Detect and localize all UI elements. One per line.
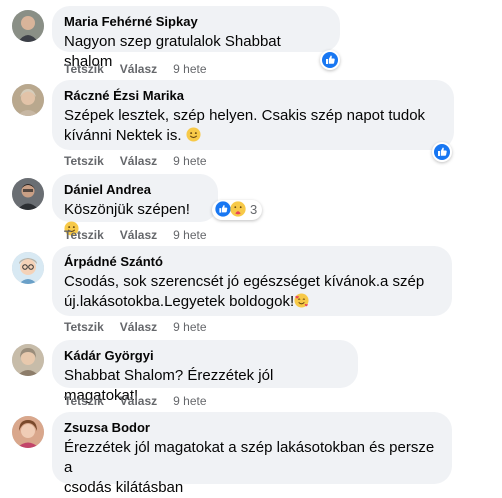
comment-time[interactable]: 9 hete: [173, 228, 206, 242]
comment-text-line: Érezzétek jól magatokat a szép lakásotok…: [64, 439, 435, 476]
avatar[interactable]: [12, 416, 44, 448]
comment-text-line: kívánni Nektek is.: [64, 126, 442, 146]
like-reaction-badge[interactable]: [432, 142, 452, 162]
comment-author[interactable]: Dániel Andrea: [64, 182, 206, 198]
reactions-summary[interactable]: 3: [212, 200, 263, 220]
comment-author[interactable]: Zsuzsa Bodor: [64, 420, 440, 436]
comment-author[interactable]: Árpádné Szántó: [64, 254, 440, 270]
like-reaction-badge[interactable]: [320, 50, 340, 70]
avatar[interactable]: [12, 178, 44, 210]
comment-author[interactable]: Ráczné Ézsi Marika: [64, 88, 442, 104]
comment-text-line: Szépek lesztek, szép helyen. Csakis szép…: [64, 107, 426, 124]
comment-text-fragment: kívánni Nektek is.: [64, 127, 182, 144]
comment-bubble: Ráczné Ézsi Marika Szépek lesztek, szép …: [52, 80, 454, 150]
like-link[interactable]: Tetszik: [64, 320, 104, 334]
like-link[interactable]: Tetszik: [64, 154, 104, 168]
comment-time[interactable]: 9 hete: [173, 320, 206, 334]
comment-time[interactable]: 9 hete: [173, 394, 206, 408]
avatar[interactable]: [12, 252, 44, 284]
avatar[interactable]: [12, 10, 44, 42]
comment-time[interactable]: 9 hete: [173, 62, 206, 76]
avatar[interactable]: [12, 84, 44, 116]
smiling-face-with-hearts-emoji: [294, 293, 309, 308]
comment-actions: Tetszik Válasz 9 hete: [64, 61, 207, 77]
comment-author[interactable]: Kádár Györgyi: [64, 348, 346, 364]
comment-bubble: Dániel Andrea Köszönjük szépen!: [52, 174, 218, 236]
comment-text: Csodás, sok szerencsét jó egészséget kív…: [64, 272, 440, 312]
reply-link[interactable]: Válasz: [120, 320, 157, 334]
comment-text-fragment: Köszönjük szépen!: [64, 201, 190, 218]
comment-text: Érezzétek jól magatokat a szép lakásotok…: [64, 438, 440, 498]
comment-text-fragment: új.lakásotokba.Legyetek boldogok!: [64, 293, 295, 310]
comment-actions: Tetszik Válasz 9 hete: [64, 153, 207, 169]
reply-link[interactable]: Válasz: [120, 228, 157, 242]
comment-bubble: Kádár Györgyi Shabbat Shalom? Érezzétek …: [52, 340, 358, 404]
like-icon: [322, 52, 338, 68]
comment-actions: Tetszik Válasz 9 hete: [64, 227, 207, 243]
like-link[interactable]: Tetszik: [64, 228, 104, 242]
like-link[interactable]: Tetszik: [64, 394, 104, 408]
comment-bubble: Zsuzsa Bodor Érezzétek jól magatokat a s…: [52, 412, 452, 496]
smile-emoji: [186, 127, 201, 142]
reaction-count: 3: [250, 202, 258, 217]
comment-text-line: új.lakásotokba.Legyetek boldogok!: [64, 292, 440, 312]
comment-actions: Tetszik Válasz 9 hete: [64, 393, 207, 409]
reply-link[interactable]: Válasz: [120, 62, 157, 76]
care-icon: [230, 201, 246, 217]
comment-actions: Tetszik Válasz 9 hete: [64, 319, 207, 335]
comment-bubble: Árpádné Szántó Csodás, sok szerencsét jó…: [52, 246, 452, 316]
comment-bubble: Maria Fehérné Sipkay Nagyon szep gratula…: [52, 6, 340, 70]
avatar[interactable]: [12, 344, 44, 376]
reply-link[interactable]: Válasz: [120, 154, 157, 168]
comment-author[interactable]: Maria Fehérné Sipkay: [64, 14, 328, 30]
like-link[interactable]: Tetszik: [64, 62, 104, 76]
like-icon: [434, 144, 450, 160]
comment-text: Szépek lesztek, szép helyen. Csakis szép…: [64, 106, 442, 146]
comment-time[interactable]: 9 hete: [173, 154, 206, 168]
comment-text-line: csodás kilátásban: [64, 479, 184, 496]
comment-text-line: Csodás, sok szerencsét jó egészséget kív…: [64, 273, 425, 290]
reply-link[interactable]: Válasz: [120, 394, 157, 408]
